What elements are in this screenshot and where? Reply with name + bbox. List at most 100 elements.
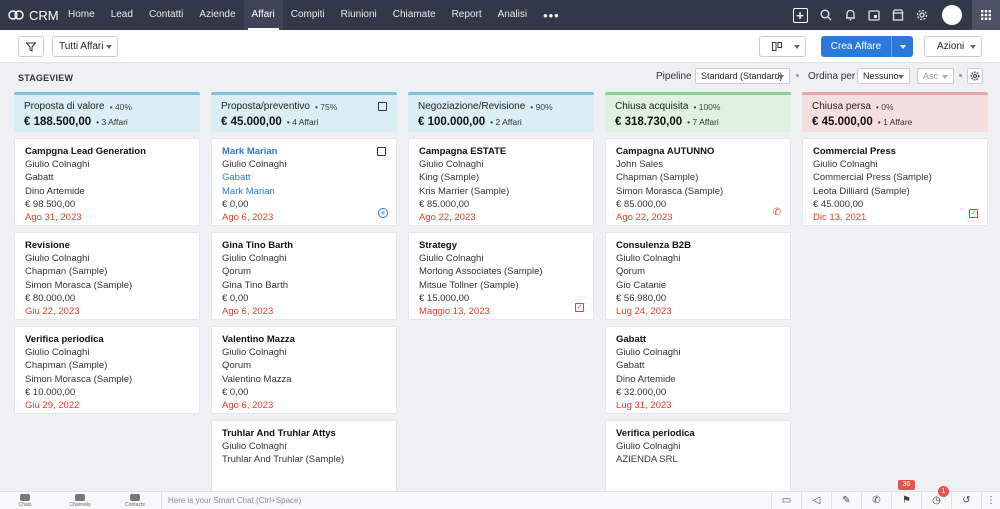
stage-header[interactable]: Chiusa persa • 0% € 45.000,00 • 1 Affare	[802, 92, 988, 132]
task-icon[interactable]: ✓	[969, 209, 978, 218]
closing-date: Ago 22, 2023	[419, 212, 476, 224]
stage-header[interactable]: Proposta/preventivo • 75% € 45.000,00 • 4 A…	[211, 92, 397, 132]
deal-field: Commercial Press (Sample)	[813, 172, 932, 184]
deal-name[interactable]: Revisione	[25, 239, 189, 252]
closing-date: Dic 13, 2021	[813, 212, 867, 224]
select-checkbox[interactable]	[377, 147, 386, 156]
search-icon[interactable]	[814, 0, 838, 30]
crm-logo[interactable]: CRM	[8, 8, 60, 23]
nav-tab-aziende[interactable]: Aziende	[191, 0, 243, 30]
stageview-title: STAGEVIEW	[18, 73, 74, 83]
chevron-down-icon	[899, 44, 906, 49]
deal-card[interactable]: Strategy Giulio Colnaghi Morlong Associate…	[408, 232, 594, 320]
deal-name[interactable]: Verifica periodica	[616, 427, 780, 440]
chat-bubble-icon[interactable]: ▭	[771, 492, 801, 509]
closing-date: Ago 6, 2023	[222, 400, 274, 412]
nav-tab-analisi[interactable]: Analisi	[490, 0, 535, 30]
stageview-settings-button[interactable]	[967, 68, 983, 84]
deal-name[interactable]: Consulenza B2B	[616, 239, 780, 252]
filter-button[interactable]	[18, 36, 44, 57]
more-options-icon[interactable]: ⋮	[981, 492, 1000, 509]
pipeline-select[interactable]: Standard (Standard)	[695, 68, 790, 84]
deal-card[interactable]: Consulenza B2B Giulio Colnaghi Qorum Gio Ca…	[605, 232, 791, 320]
deal-name[interactable]: Campagna ESTATE	[419, 145, 583, 158]
deal-card[interactable]: Revisione Giulio Colnaghi Chapman (Sample)…	[14, 232, 200, 320]
history-icon[interactable]: ↺	[951, 492, 981, 509]
order-select[interactable]: Asc	[917, 68, 954, 84]
chats-button[interactable]: Chats	[5, 493, 45, 508]
deal-name[interactable]: Campgna Lead Generation	[25, 145, 189, 158]
deal-card[interactable]: Campagna ESTATE Giulio Colnaghi King (Samp…	[408, 138, 594, 226]
app-grid-icon[interactable]	[972, 0, 1000, 30]
stage-header[interactable]: Proposta di valore • 40% € 188.500,00 • 3 A…	[14, 92, 200, 132]
contacts-button[interactable]: Contacts	[115, 493, 155, 508]
add-activity-icon[interactable]: +	[378, 208, 388, 218]
deal-card[interactable]: Campagna AUTUNNO John Sales Chapman (Sampl…	[605, 138, 791, 226]
user-avatar[interactable]	[942, 5, 962, 25]
deal-name[interactable]: Verifica periodica	[25, 333, 189, 346]
deal-name[interactable]: Commercial Press	[813, 145, 977, 158]
deal-field: Truhlar And Truhlar (Sample)	[222, 454, 345, 466]
stage-title-row: Chiusa persa • 0%	[812, 101, 978, 112]
deal-card[interactable]: Valentino Mazza Giulio Colnaghi Qorum Valen…	[211, 326, 397, 414]
deal-card[interactable]: Commercial Press Giulio Colnaghi Commercia…	[802, 138, 988, 226]
deal-field: Giulio Colnaghi	[616, 253, 681, 265]
deal-name[interactable]: Campagna AUTUNNO	[616, 145, 780, 158]
bell-icon[interactable]	[838, 0, 862, 30]
contacts-icon	[130, 494, 140, 501]
deal-name[interactable]: Truhlar And Truhlar Attys	[222, 427, 386, 440]
select-all-checkbox[interactable]	[378, 102, 387, 111]
quick-create-button[interactable]: +	[790, 0, 814, 30]
phone-icon[interactable]: ✆	[773, 206, 781, 219]
deal-field: King (Sample)	[419, 172, 480, 184]
phone-icon[interactable]: ✆	[861, 492, 891, 509]
closing-date: Ago 6, 2023	[222, 212, 274, 224]
deal-card[interactable]: Verifica periodica Giulio Colnaghi Chapman…	[14, 326, 200, 414]
nav-tab-lead[interactable]: Lead	[103, 0, 141, 30]
stage-header[interactable]: Chiusa acquisita • 100% € 318.730,00 • 7 Af…	[605, 92, 791, 132]
deal-card[interactable]: Gina Tino Barth Giulio Colnaghi Qorum Gina …	[211, 232, 397, 320]
deal-field: € 56.980,00	[616, 292, 667, 304]
nav-tab-home[interactable]: Home	[60, 0, 103, 30]
actions-button[interactable]: Azioni	[924, 36, 982, 57]
deal-name[interactable]: Gabatt	[616, 333, 780, 346]
nav-tab-report[interactable]: Report	[444, 0, 490, 30]
signals-icon[interactable]: ⚑	[891, 492, 921, 509]
deal-field[interactable]: Gabatt	[222, 171, 386, 184]
create-deal-dropdown[interactable]	[891, 36, 913, 57]
deal-field[interactable]: Mark Marian	[222, 185, 386, 198]
edit-icon[interactable]: ✎	[831, 492, 861, 509]
deal-name[interactable]: Gina Tino Barth	[222, 239, 386, 252]
deal-field: Chapman (Sample)	[25, 360, 108, 372]
deal-card[interactable]: Gabatt Giulio Colnaghi Gabatt Dino Artemide…	[605, 326, 791, 414]
nav-tab-riunioni[interactable]: Riunioni	[333, 0, 385, 30]
nav-tab-compiti[interactable]: Compiti	[283, 0, 333, 30]
stage-header[interactable]: Negoziazione/Revisione • 90% € 100.000,00 •…	[408, 92, 594, 132]
more-tabs-button[interactable]: •••	[535, 8, 568, 23]
deal-name[interactable]: Mark Marian	[222, 145, 386, 158]
calendar-icon[interactable]	[862, 0, 886, 30]
deal-name[interactable]: Valentino Mazza	[222, 333, 386, 346]
view-select[interactable]: Tutti Affari	[52, 36, 118, 57]
nav-tab-affari[interactable]: Affari	[243, 0, 283, 30]
task-icon[interactable]: ✓	[575, 303, 584, 312]
smart-chat-input[interactable]: Here is your Smart Chat (Ctrl+Space)	[161, 492, 771, 509]
deal-card[interactable]: Mark Marian Giulio Colnaghi Gabatt Mark Mar…	[211, 138, 397, 226]
sort-select[interactable]: Nessuno	[857, 68, 910, 84]
create-deal-button[interactable]: Crea Affare	[821, 36, 913, 57]
stage-deal-count: • 7 Affari	[687, 117, 719, 127]
nav-tab-contatti[interactable]: Contatti	[141, 0, 191, 30]
channels-button[interactable]: Channels	[60, 493, 100, 508]
deal-field: Giulio Colnaghi	[419, 253, 484, 265]
nav-tab-chiamate[interactable]: Chiamate	[385, 0, 444, 30]
deal-field: Dino Artemide	[25, 185, 85, 197]
deal-field: € 15.000,00	[419, 292, 470, 304]
stage-probability: • 90%	[530, 101, 553, 112]
deal-field: € 0,00	[222, 198, 249, 210]
marketplace-icon[interactable]	[886, 0, 910, 30]
view-mode-switcher[interactable]	[759, 36, 806, 57]
deal-name[interactable]: Strategy	[419, 239, 583, 252]
deal-card[interactable]: Campgna Lead Generation Giulio Colnaghi Ga…	[14, 138, 200, 226]
gear-icon[interactable]	[910, 0, 934, 30]
megaphone-icon[interactable]: ◁	[801, 492, 831, 509]
